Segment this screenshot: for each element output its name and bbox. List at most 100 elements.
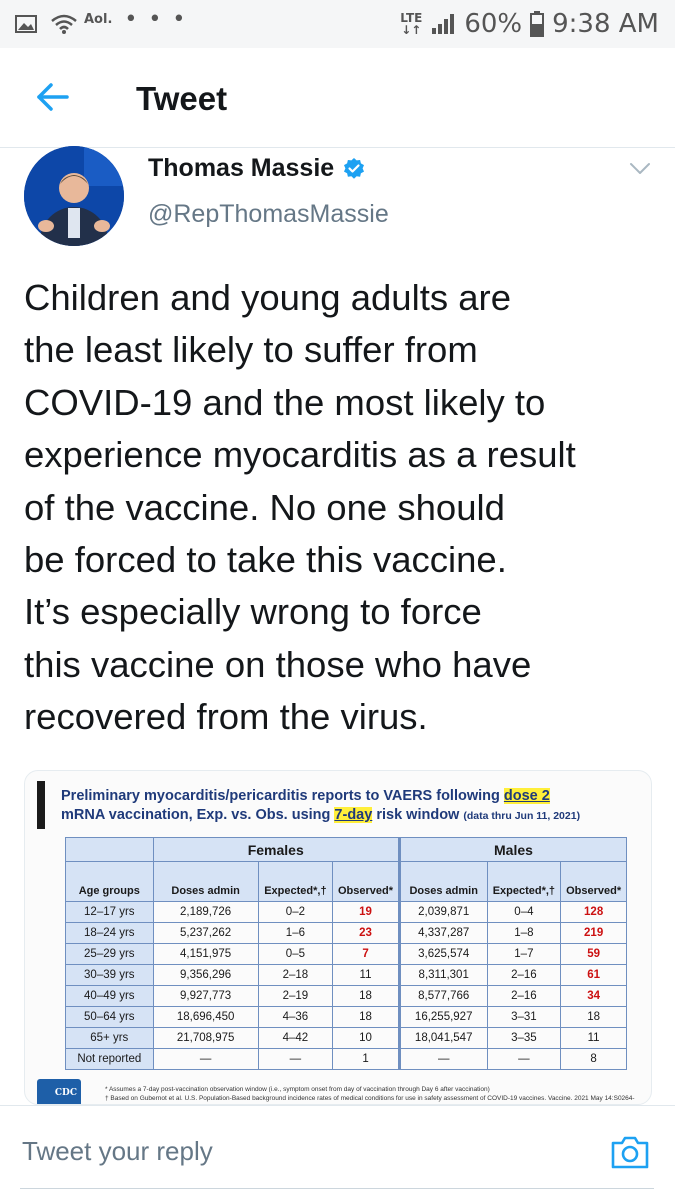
table-cell-m-exp: 1–8 [486, 922, 562, 944]
arrow-left-icon [37, 83, 69, 111]
table-cell-m-exp: 2–16 [486, 985, 562, 1007]
table-cell-f-doses: 5,237,262 [152, 922, 259, 944]
table-cell-m-obs: 11 [560, 1027, 627, 1049]
table-row: 30–39 yrs 9,356,296 2–18 11 8,311,301 2–16 61 [65, 964, 627, 986]
table-cell-age: 18–24 yrs [65, 922, 154, 944]
table-cell-age: 12–17 yrs [65, 901, 154, 923]
table-cell-m-doses: 8,311,301 [397, 964, 488, 986]
reply-underline [20, 1188, 654, 1189]
table-cell-m-exp: 3–35 [486, 1027, 562, 1049]
slide-title-date: (data thru Jun 11, 2021) [463, 810, 581, 822]
col-doses-f: Doses admin [152, 861, 259, 902]
table-cell-f-doses: 2,189,726 [152, 901, 259, 923]
table-cell-f-exp: 4–36 [257, 1006, 334, 1028]
table-cell-m-obs: 18 [560, 1006, 627, 1028]
table-cell-f-doses: 9,927,773 [152, 985, 259, 1007]
battery-percent: 60% [464, 9, 523, 39]
camera-button[interactable] [610, 1134, 650, 1170]
table-cell-f-exp: 2–18 [257, 964, 334, 986]
slide-title-highlight: dose 2 [503, 788, 550, 804]
reply-input[interactable]: Tweet your reply [22, 1136, 213, 1167]
author-display-name: Thomas Massie [148, 154, 335, 182]
chevron-down-icon [630, 163, 650, 174]
cdc-logo-text: CDC [54, 1088, 77, 1098]
cdc-logo: CDC [37, 1079, 81, 1104]
table-row: 40–49 yrs 9,927,773 2–19 18 8,577,766 2–16 34 [65, 985, 627, 1007]
slide-title: Preliminary myocarditis/pericarditis rep… [61, 787, 641, 826]
table-cell-f-obs: 23 [332, 922, 400, 944]
table-cell-age: 50–64 yrs [65, 1006, 154, 1028]
table-cell-m-obs: 219 [560, 922, 627, 944]
verified-badge-icon [344, 157, 365, 179]
author-handle[interactable]: @RepThomasMassie [148, 200, 389, 229]
slide-title-part: risk window [372, 807, 464, 823]
avatar[interactable] [24, 146, 124, 246]
table-column-header: Age groups Doses admin Expected*,† Obser… [65, 861, 627, 902]
author-name[interactable]: Thomas Massie [148, 154, 366, 183]
males-header: Males [397, 837, 628, 862]
table-cell-age: 25–29 yrs [65, 943, 154, 965]
table-group-header: Females Males [65, 837, 628, 862]
table-row: 18–24 yrs 5,237,262 1–6 23 4,337,287 1–8 219 [65, 922, 627, 944]
table-corner [65, 837, 154, 862]
table-cell-f-doses: 21,708,975 [152, 1027, 259, 1049]
top-app-bar: Tweet [0, 48, 675, 148]
col-observed-f: Observed* [332, 861, 400, 902]
table-cell-f-obs: 11 [332, 964, 400, 986]
table-cell-m-obs: 59 [560, 943, 627, 965]
col-age: Age groups [65, 861, 154, 902]
table-cell-m-exp: 1–7 [486, 943, 562, 965]
table-row: 25–29 yrs 4,151,975 0–5 7 3,625,574 1–7 59 [65, 943, 627, 965]
table-cell-f-exp: — [257, 1048, 334, 1070]
table-cell-f-exp: 4–42 [257, 1027, 334, 1049]
table-cell-m-obs: 34 [560, 985, 627, 1007]
table-cell-f-exp: 2–19 [257, 985, 334, 1007]
slide-title-part: Preliminary myocarditis/pericarditis rep… [61, 788, 504, 804]
table-cell-f-obs: 7 [332, 943, 400, 965]
tweet-media-image[interactable]: Preliminary myocarditis/pericarditis rep… [24, 770, 652, 1105]
table-cell-f-obs: 10 [332, 1027, 400, 1049]
table-row: 50–64 yrs 18,696,450 4–36 18 16,255,927 3–31 1… [65, 1006, 627, 1028]
slide-accent-bar [37, 781, 45, 829]
table-cell-f-exp: 0–2 [257, 901, 334, 923]
col-expected-f: Expected*,† [257, 861, 334, 902]
table-cell-age: 30–39 yrs [65, 964, 154, 986]
table-cell-age: Not reported [65, 1048, 154, 1070]
clock: 9:38 AM [552, 9, 659, 39]
battery-icon [530, 11, 545, 37]
tweet-options-button[interactable] [628, 160, 652, 176]
slide-footnote: * Assumes a 7-day post-vaccination obser… [105, 1085, 645, 1103]
females-header: Females [152, 837, 400, 862]
slide-title-part: mRNA vaccination, Exp. vs. Obs. using [61, 807, 335, 823]
table-cell-m-exp: 3–31 [486, 1006, 562, 1028]
table-cell-m-exp: — [486, 1048, 562, 1070]
table-cell-m-exp: 0–4 [486, 901, 562, 923]
status-bar: Aol. • • • LTE ↓↑ 60% 9:38 AM [0, 0, 675, 48]
page-title: Tweet [136, 80, 228, 117]
table-body: 12–17 yrs 2,189,726 0–2 19 2,039,871 0–4 128 18… [65, 901, 627, 1070]
slide-title-highlight: 7-day [334, 807, 373, 823]
table-row: 12–17 yrs 2,189,726 0–2 19 2,039,871 0–4 128 [65, 901, 627, 923]
footnote-line: * Assumes a 7-day post-vaccination obser… [105, 1086, 490, 1093]
table-cell-m-doses: — [397, 1048, 488, 1070]
back-button[interactable] [36, 82, 70, 112]
col-observed-m: Observed* [560, 861, 627, 902]
table-cell-f-doses: 9,356,296 [152, 964, 259, 986]
table-cell-f-doses: 4,151,975 [152, 943, 259, 965]
signal-icon [432, 14, 455, 34]
table-cell-m-doses: 3,625,574 [397, 943, 488, 965]
table-cell-m-doses: 4,337,287 [397, 922, 488, 944]
slide: Preliminary myocarditis/pericarditis rep… [25, 771, 651, 1104]
table-cell-m-doses: 18,041,547 [397, 1027, 488, 1049]
table-cell-age: 65+ yrs [65, 1027, 154, 1049]
gallery-icon [15, 15, 37, 33]
table-cell-f-doses: — [152, 1048, 259, 1070]
more-notifications-icon: • • • [124, 6, 188, 32]
table-cell-f-doses: 18,696,450 [152, 1006, 259, 1028]
status-bar-left: Aol. • • • [0, 7, 187, 35]
table-row: 65+ yrs 21,708,975 4–42 10 18,041,547 3–35 11 [65, 1027, 627, 1049]
avatar-image [24, 146, 124, 246]
col-doses-m: Doses admin [397, 861, 488, 902]
status-bar-right: LTE ↓↑ 60% 9:38 AM [400, 0, 659, 48]
table-cell-f-exp: 0–5 [257, 943, 334, 965]
